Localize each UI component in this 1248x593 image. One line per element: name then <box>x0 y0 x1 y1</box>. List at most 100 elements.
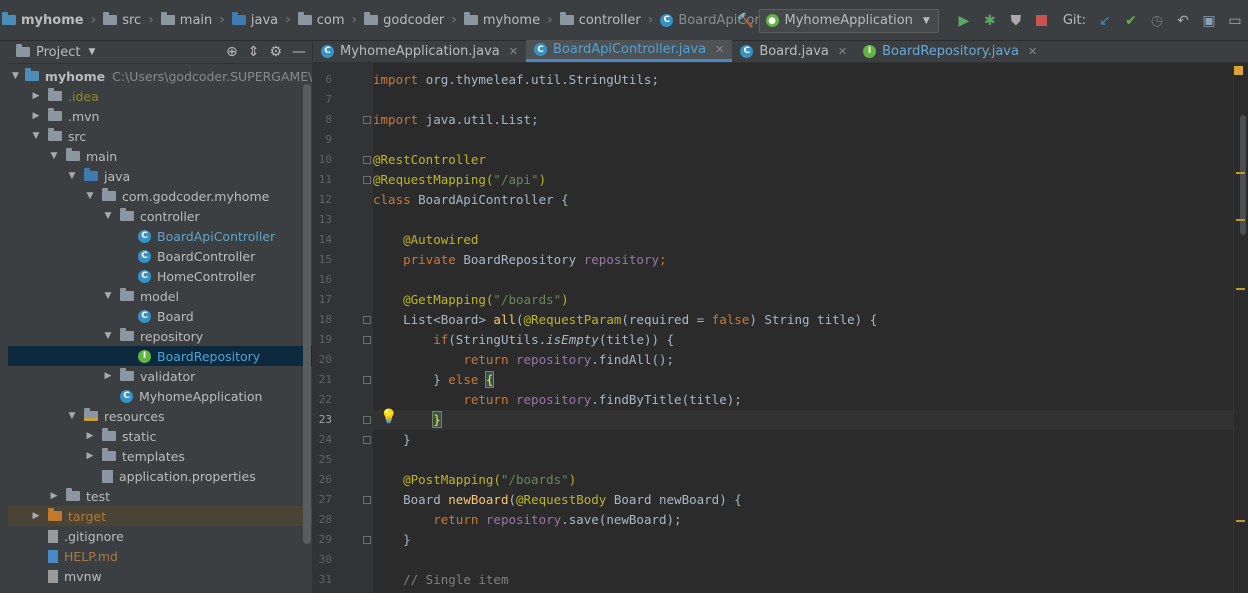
minimize-icon[interactable]: — <box>292 44 306 60</box>
tree-item-boardcontroller[interactable]: C BoardController <box>8 246 312 266</box>
chevron-right-icon[interactable]: ▶ <box>102 371 114 381</box>
tree-item-static[interactable]: ▶ static <box>8 426 312 446</box>
warning-indicator-icon[interactable] <box>1234 66 1243 75</box>
class-icon: C <box>138 269 151 283</box>
tree-item-mvnw[interactable]: mvnw <box>8 566 312 586</box>
tree-item-src[interactable]: ▼ src <box>8 126 312 146</box>
chevron-right-icon[interactable]: ▶ <box>30 511 42 521</box>
chevron-right-icon[interactable]: ▶ <box>30 91 42 101</box>
fold-marker[interactable] <box>363 316 371 324</box>
chevron-down-icon[interactable]: ▼ <box>12 71 19 81</box>
fold-marker[interactable] <box>363 416 371 424</box>
editor-tabs: C MyhomeApplication.java ✕ C BoardApiCon… <box>313 40 1248 63</box>
locate-target-icon[interactable]: ⊕ <box>226 44 238 60</box>
close-icon[interactable]: ✕ <box>509 45 518 58</box>
coverage-icon[interactable]: ⛊ <box>1003 8 1029 34</box>
tree-item-help-md[interactable]: HELP.md <box>8 546 312 566</box>
error-stripe-marker[interactable] <box>1236 288 1245 290</box>
tree-item-board[interactable]: C Board <box>8 306 312 326</box>
line-number: 10 <box>318 153 332 166</box>
chevron-down-icon[interactable]: ▼ <box>102 331 114 341</box>
chevron-down-icon[interactable]: ▼ <box>66 171 78 181</box>
fold-marker[interactable] <box>363 336 371 344</box>
tree-item-myhomeapplication[interactable]: C MyhomeApplication <box>8 386 312 406</box>
tab-board[interactable]: C Board.java ✕ <box>732 40 855 62</box>
git-history-icon[interactable]: ◷ <box>1144 8 1170 34</box>
tree-item-test[interactable]: ▶ test <box>8 486 312 506</box>
error-stripe-marker[interactable] <box>1236 219 1245 221</box>
tree-item-main[interactable]: ▼ main <box>8 146 312 166</box>
fold-marker[interactable] <box>363 116 371 124</box>
breadcrumb-myhome-package[interactable]: myhome <box>463 0 540 41</box>
fold-marker[interactable] <box>363 176 371 184</box>
tab-boardapicontroller[interactable]: C BoardApiController.java ✕ <box>526 40 733 62</box>
breadcrumb-myhome[interactable]: myhome <box>2 0 84 41</box>
tree-item-templates[interactable]: ▶ templates <box>8 446 312 466</box>
chevron-right-icon[interactable]: ▶ <box>48 491 60 501</box>
breadcrumb-java[interactable]: java <box>231 0 278 41</box>
run-configuration-dropdown[interactable]: ● MyhomeApplication ▼ <box>758 8 939 33</box>
close-icon[interactable]: ✕ <box>715 43 724 56</box>
chevron-right-icon[interactable]: ▶ <box>84 431 96 441</box>
fold-marker[interactable] <box>363 436 371 444</box>
package-icon <box>120 288 134 301</box>
tree-item-boardrepository[interactable]: I BoardRepository <box>8 346 312 366</box>
debug-icon[interactable]: ✱ <box>977 8 1003 34</box>
git-commit-icon[interactable]: ✔ <box>1118 8 1144 34</box>
chevron-down-icon[interactable]: ▼ <box>30 131 42 141</box>
close-icon[interactable]: ✕ <box>1028 45 1037 58</box>
tree-item-java[interactable]: ▼ java <box>8 166 312 186</box>
project-panel-title[interactable]: Project <box>36 45 80 60</box>
chevron-right-icon[interactable]: ▶ <box>84 451 96 461</box>
tab-boardrepository[interactable]: I BoardRepository.java ✕ <box>855 40 1045 62</box>
tree-item-application-properties[interactable]: application.properties <box>8 466 312 486</box>
tree-item-boardapicontroller[interactable]: C BoardApiController <box>8 226 312 246</box>
project-panel-scrollbar[interactable] <box>303 84 311 544</box>
tree-item-target[interactable]: ▶ target <box>8 506 312 526</box>
git-update-icon[interactable]: ↙ <box>1092 8 1118 34</box>
breadcrumb-src[interactable]: src <box>103 0 141 41</box>
tree-item-model[interactable]: ▼ model <box>8 286 312 306</box>
tree-item-controller[interactable]: ▼ controller <box>8 206 312 226</box>
tree-item-myhome[interactable]: ▼ myhome C:\Users\godcoder.SUPERGAME\Do <box>8 66 312 86</box>
chevron-down-icon[interactable]: ▼ <box>88 47 95 57</box>
project-structure-icon[interactable]: ▣ <box>1196 8 1222 34</box>
collapse-all-icon[interactable]: ⇕ <box>248 44 260 60</box>
tree-item-package-root[interactable]: ▼ com.godcoder.myhome <box>8 186 312 206</box>
breadcrumb-main[interactable]: main <box>160 0 212 41</box>
source-folder-icon <box>231 12 246 25</box>
breadcrumb-controller[interactable]: controller <box>559 0 641 41</box>
line-number: 29 <box>318 533 332 546</box>
rollback-icon[interactable]: ↶ <box>1170 8 1196 34</box>
fold-marker[interactable] <box>363 536 371 544</box>
chevron-down-icon[interactable]: ▼ <box>102 211 114 221</box>
error-stripe-marker[interactable] <box>1236 520 1245 522</box>
chevron-right-icon[interactable]: ▶ <box>30 111 42 121</box>
tree-item-idea[interactable]: ▶ .idea <box>8 86 312 106</box>
chevron-down-icon[interactable]: ▼ <box>66 411 78 421</box>
chevron-down-icon[interactable]: ▼ <box>102 291 114 301</box>
fold-marker[interactable] <box>363 496 371 504</box>
chevron-down-icon[interactable]: ▼ <box>48 151 60 161</box>
build-hammer-icon[interactable]: 🔨 <box>733 8 759 34</box>
breadcrumb-com[interactable]: com <box>297 0 345 41</box>
tree-item-homecontroller[interactable]: C HomeController <box>8 266 312 286</box>
fold-marker[interactable] <box>363 156 371 164</box>
tree-item-resources[interactable]: ▼ resources <box>8 406 312 426</box>
tree-item-validator[interactable]: ▶ validator <box>8 366 312 386</box>
tree-item-gitignore[interactable]: .gitignore <box>8 526 312 546</box>
run-icon[interactable]: ▶ <box>951 8 977 34</box>
error-stripe-marker[interactable] <box>1236 172 1245 174</box>
stop-icon[interactable] <box>1029 8 1055 34</box>
scrollbar-thumb[interactable] <box>1240 115 1246 235</box>
presentation-icon[interactable]: ▭ <box>1222 8 1248 34</box>
chevron-down-icon[interactable]: ▼ <box>84 191 96 201</box>
close-icon[interactable]: ✕ <box>838 45 847 58</box>
fold-marker[interactable] <box>363 376 371 384</box>
tree-item-repository[interactable]: ▼ repository <box>8 326 312 346</box>
tab-myhomeapplication[interactable]: C MyhomeApplication.java ✕ <box>313 40 526 62</box>
code-line-current: } <box>432 411 442 428</box>
tree-item-mvn[interactable]: ▶ .mvn <box>8 106 312 126</box>
gear-icon[interactable]: ⚙ <box>269 44 282 60</box>
breadcrumb-godcoder[interactable]: godcoder <box>364 0 444 41</box>
